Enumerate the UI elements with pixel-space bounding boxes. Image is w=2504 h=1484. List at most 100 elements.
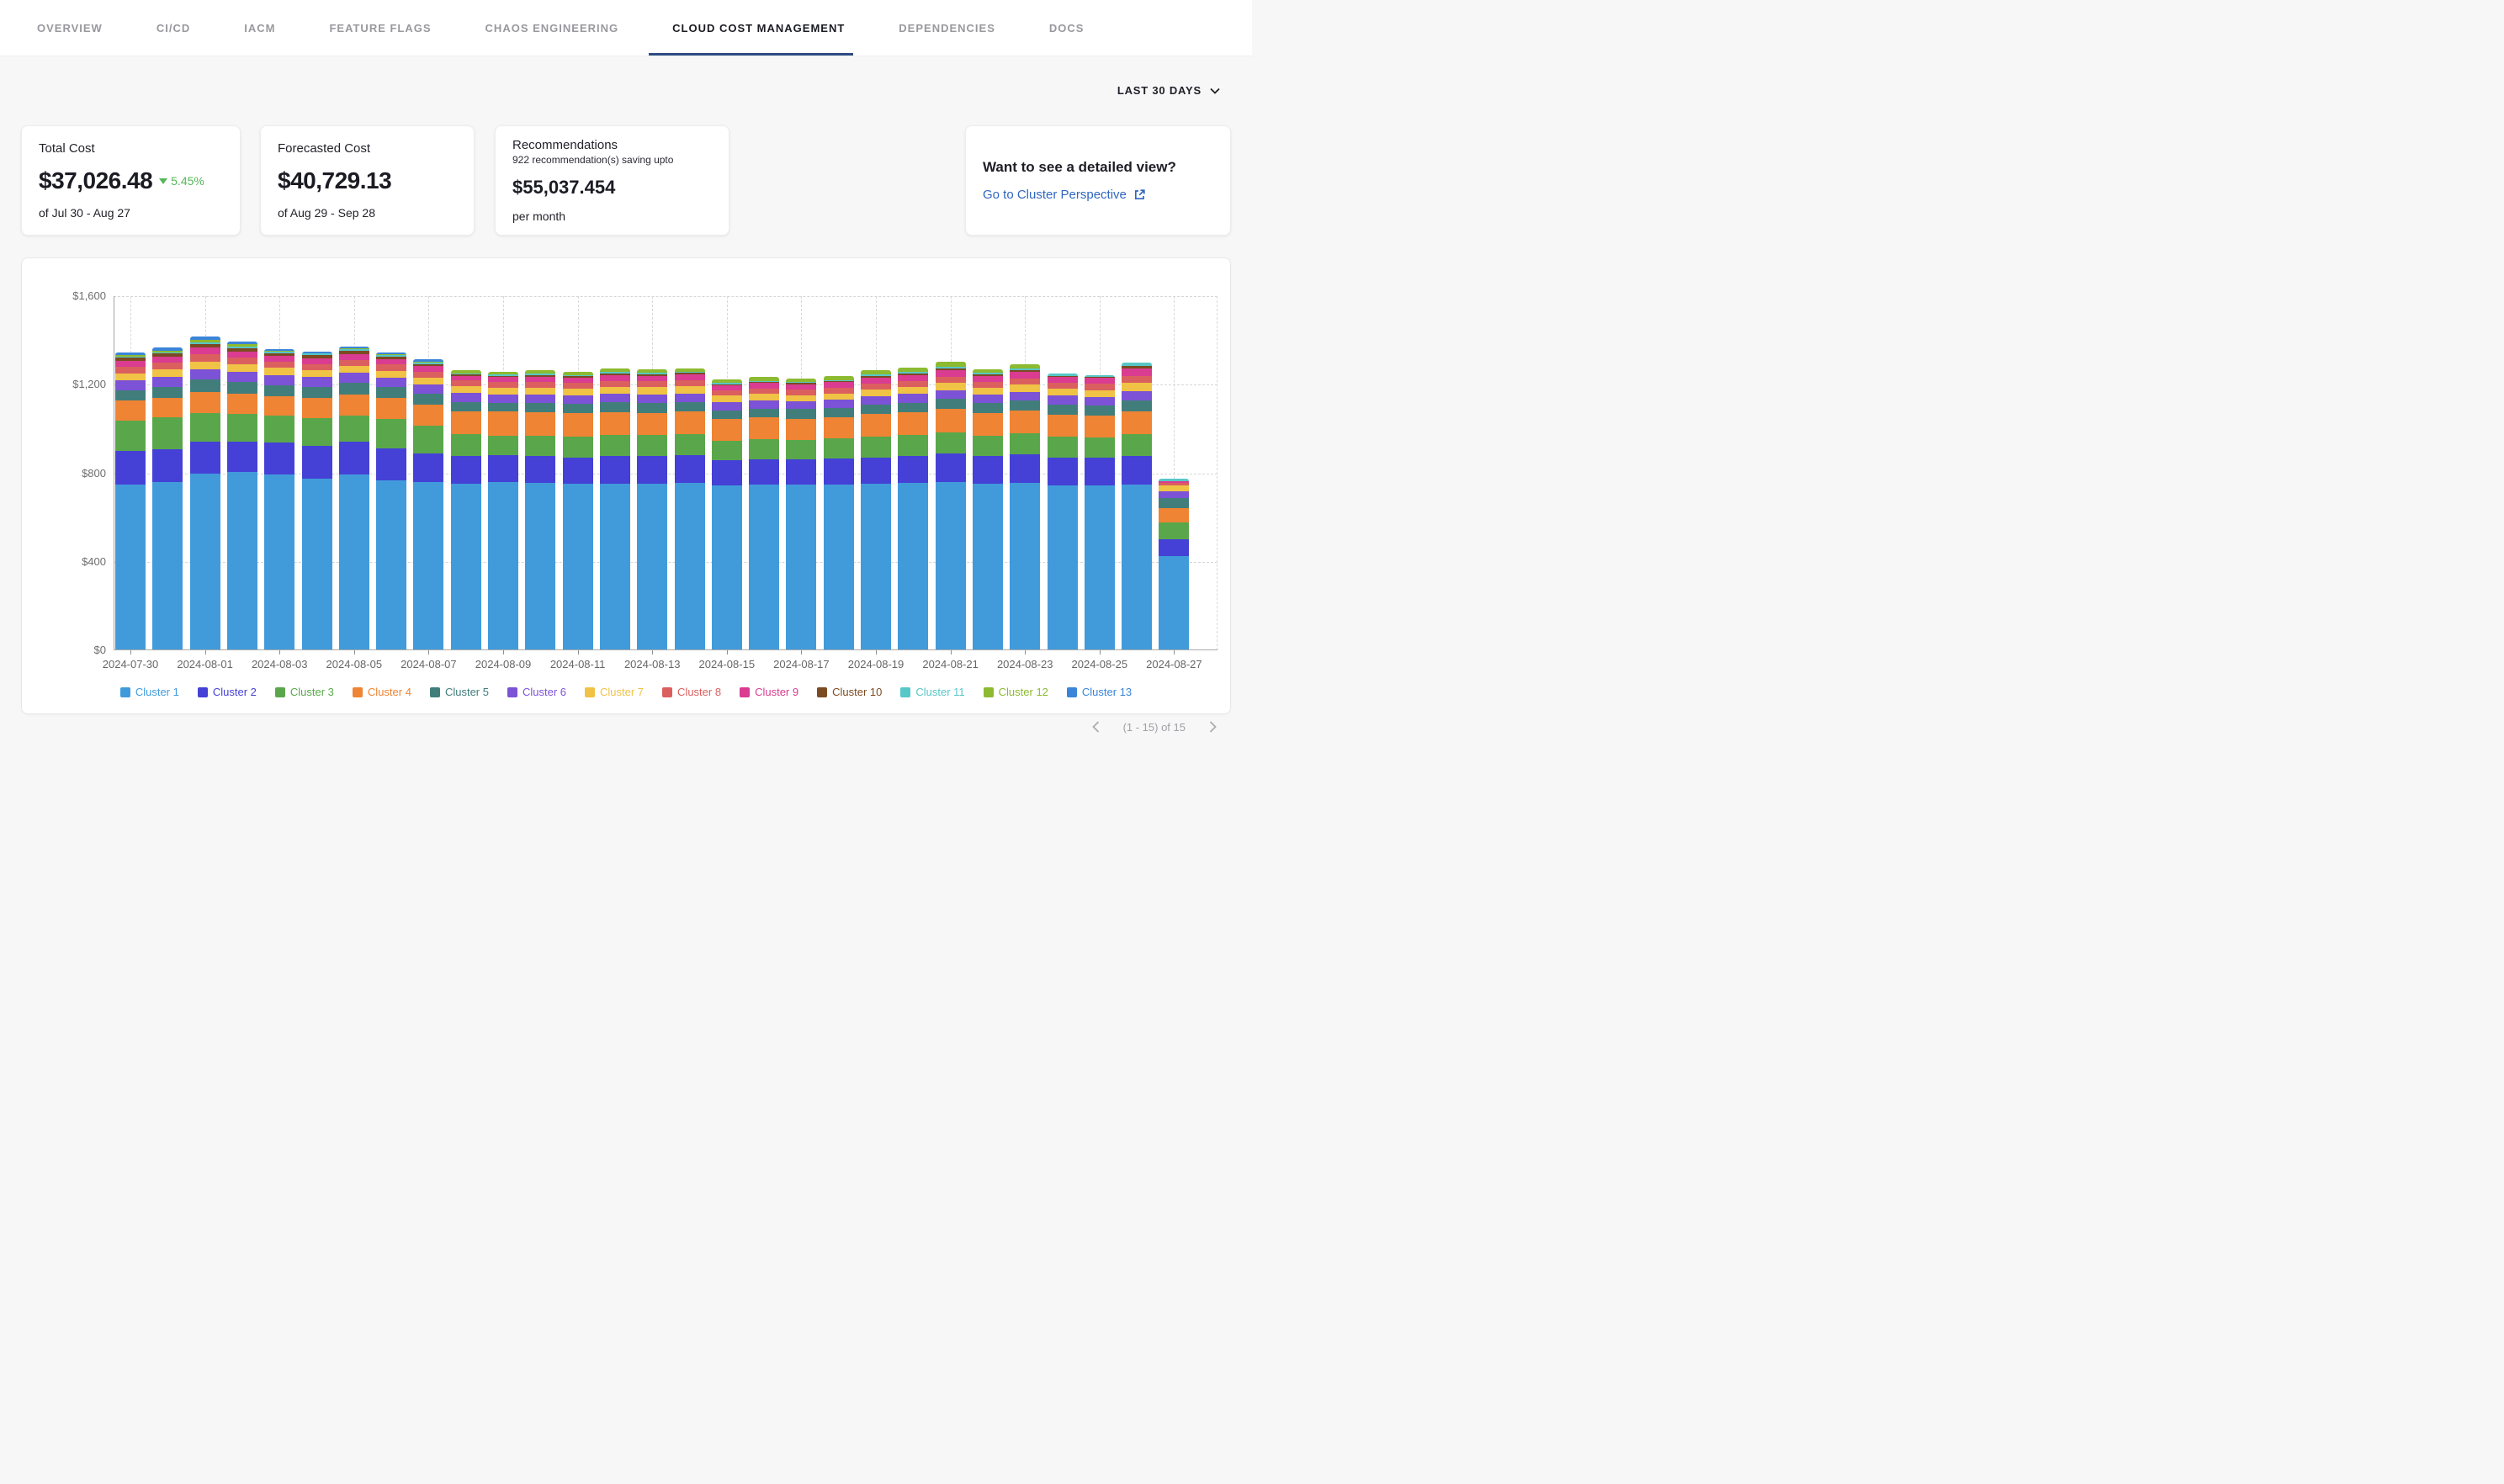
bar-2024-08-26[interactable] (1122, 363, 1152, 649)
bar-segment-cluster-9 (675, 374, 705, 380)
bar-segment-cluster-5 (525, 403, 555, 412)
bar-segment-cluster-3 (861, 437, 891, 458)
bar-segment-cluster-6 (413, 384, 443, 394)
chevron-right-icon (1209, 721, 1217, 733)
legend-item-cluster-7[interactable]: Cluster 7 (585, 686, 644, 698)
legend-item-cluster-13[interactable]: Cluster 13 (1067, 686, 1132, 698)
pagination-prev-button[interactable] (1090, 719, 1101, 734)
bar-segment-cluster-6 (1159, 491, 1189, 498)
bar-2024-08-23[interactable] (1010, 364, 1040, 649)
bar-segment-cluster-8 (339, 360, 369, 366)
bar-2024-08-09[interactable] (488, 372, 518, 649)
bar-segment-cluster-3 (190, 413, 220, 442)
bar-2024-08-04[interactable] (302, 352, 332, 649)
bar-segment-cluster-7 (376, 371, 406, 378)
legend-item-cluster-5[interactable]: Cluster 5 (430, 686, 489, 698)
bar-2024-08-07[interactable] (413, 359, 443, 649)
bar-2024-08-06[interactable] (376, 352, 406, 649)
y-axis-label: $400 (29, 555, 106, 568)
bar-2024-08-24[interactable] (1048, 374, 1078, 649)
tab-iacm[interactable]: IACM (244, 0, 275, 56)
y-axis-label: $0 (29, 644, 106, 656)
bar-2024-08-19[interactable] (861, 370, 891, 649)
bar-2024-08-16[interactable] (749, 377, 779, 649)
bar-segment-cluster-5 (749, 409, 779, 418)
legend-item-cluster-3[interactable]: Cluster 3 (275, 686, 334, 698)
legend-item-cluster-6[interactable]: Cluster 6 (507, 686, 566, 698)
bar-segment-cluster-1 (115, 485, 146, 649)
legend-item-cluster-11[interactable]: Cluster 11 (900, 686, 964, 698)
bar-segment-cluster-2 (824, 458, 854, 485)
bar-segment-cluster-8 (451, 380, 481, 386)
tab-cloud-cost-management[interactable]: CLOUD COST MANAGEMENT (672, 0, 845, 56)
bar-2024-07-31[interactable] (152, 347, 183, 649)
bar-segment-cluster-1 (675, 483, 705, 649)
bar-2024-08-27[interactable] (1159, 479, 1189, 649)
bar-2024-08-13[interactable] (637, 369, 667, 649)
total-cost-value: $37,026.48 (39, 167, 152, 194)
bar-segment-cluster-3 (376, 419, 406, 448)
bar-segment-cluster-5 (637, 403, 667, 413)
delta-down-icon (159, 178, 167, 184)
bar-segment-cluster-9 (376, 359, 406, 365)
bar-segment-cluster-2 (413, 453, 443, 482)
tab-overview[interactable]: OVERVIEW (37, 0, 103, 56)
bar-2024-08-25[interactable] (1085, 375, 1115, 649)
bar-segment-cluster-8 (1085, 384, 1115, 390)
tab-docs[interactable]: DOCS (1049, 0, 1085, 56)
bar-2024-07-30[interactable] (115, 352, 146, 649)
bar-segment-cluster-7 (712, 395, 742, 402)
bar-2024-08-21[interactable] (936, 362, 966, 649)
legend-item-cluster-10[interactable]: Cluster 10 (817, 686, 882, 698)
bar-2024-08-18[interactable] (824, 376, 854, 649)
bar-2024-08-12[interactable] (600, 368, 630, 649)
bar-segment-cluster-3 (1085, 437, 1115, 458)
cluster-perspective-link[interactable]: Go to Cluster Perspective (983, 188, 1213, 202)
bar-segment-cluster-4 (451, 411, 481, 435)
legend-item-cluster-2[interactable]: Cluster 2 (198, 686, 257, 698)
x-axis-label: 2024-08-17 (773, 658, 830, 670)
legend-item-cluster-1[interactable]: Cluster 1 (120, 686, 179, 698)
bar-segment-cluster-7 (973, 388, 1003, 395)
bar-segment-cluster-3 (339, 416, 369, 443)
legend-item-cluster-4[interactable]: Cluster 4 (353, 686, 411, 698)
forecasted-cost-title: Forecasted Cost (278, 141, 457, 156)
bar-2024-08-05[interactable] (339, 347, 369, 649)
legend-label: Cluster 9 (755, 686, 798, 698)
bar-segment-cluster-2 (376, 448, 406, 480)
bar-2024-08-15[interactable] (712, 379, 742, 649)
pagination: (1 - 15) of 15 (1090, 719, 1218, 734)
bar-2024-08-03[interactable] (264, 349, 294, 649)
bar-2024-08-14[interactable] (675, 368, 705, 649)
bar-2024-08-02[interactable] (227, 342, 257, 649)
legend-item-cluster-9[interactable]: Cluster 9 (740, 686, 798, 698)
legend-label: Cluster 4 (368, 686, 411, 698)
legend-swatch (120, 687, 130, 697)
bar-segment-cluster-1 (936, 482, 966, 649)
bar-2024-08-08[interactable] (451, 370, 481, 649)
legend-item-cluster-12[interactable]: Cluster 12 (984, 686, 1048, 698)
tab-feature-flags[interactable]: FEATURE FLAGS (329, 0, 431, 56)
bar-2024-08-20[interactable] (898, 368, 928, 649)
bar-segment-cluster-1 (302, 479, 332, 649)
bar-2024-08-01[interactable] (190, 337, 220, 649)
bar-segment-cluster-5 (898, 403, 928, 413)
bar-segment-cluster-4 (488, 411, 518, 435)
pagination-next-button[interactable] (1207, 719, 1218, 734)
tab-dependencies[interactable]: DEPENDENCIES (899, 0, 995, 56)
bar-2024-08-22[interactable] (973, 369, 1003, 649)
bar-2024-08-10[interactable] (525, 370, 555, 649)
bar-segment-cluster-2 (786, 459, 816, 485)
tab-chaos-engineering[interactable]: CHAOS ENGINEERING (485, 0, 619, 56)
bar-2024-08-11[interactable] (563, 372, 593, 649)
tab-ci-cd[interactable]: CI/CD (156, 0, 190, 56)
x-axis-tick (279, 650, 280, 655)
legend-item-cluster-8[interactable]: Cluster 8 (662, 686, 721, 698)
bar-segment-cluster-1 (712, 485, 742, 649)
bar-segment-cluster-5 (227, 382, 257, 394)
bar-segment-cluster-3 (264, 416, 294, 443)
bar-segment-cluster-7 (1010, 384, 1040, 391)
date-range-selector[interactable]: LAST 30 DAYS (1117, 84, 1220, 97)
bar-2024-08-17[interactable] (786, 379, 816, 649)
bar-segment-cluster-7 (264, 368, 294, 374)
